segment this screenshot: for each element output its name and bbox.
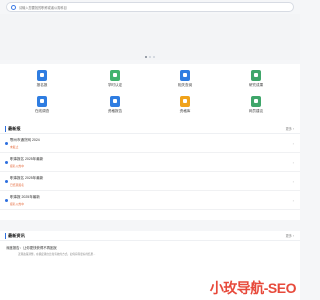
- list-item-status: 已结束报名: [10, 182, 24, 187]
- module-label: 资格库: [179, 109, 191, 113]
- list-item-title: 职事报 2025年最新: [10, 194, 40, 199]
- bullet-icon: [5, 160, 8, 164]
- list-item-text: 鄂州市通货网 2024 未截止: [10, 138, 293, 149]
- module-label: 在线调查: [34, 109, 50, 113]
- module-label: 研究成果: [248, 83, 264, 87]
- search-placeholder: 请输入您要找的职称或者公需科目: [19, 5, 67, 10]
- list-item-status: 报名火热中: [10, 201, 24, 206]
- module-item[interactable]: 网员建议: [234, 96, 278, 120]
- module-label: 学时认定: [107, 83, 123, 87]
- module-label: 报名报: [36, 83, 48, 87]
- shield-icon: [37, 70, 47, 81]
- list-item-status: 未截止: [10, 144, 19, 149]
- module-item[interactable]: 研究成果: [234, 70, 278, 94]
- top-bar: 请输入您要找的职称或者公需科目: [0, 0, 300, 14]
- latest-registration-section: 最新报 更多› 鄂州市通货网 2024 未截止 › 职事报名 2025年最新 报…: [0, 124, 300, 220]
- bullet-icon: [5, 198, 8, 202]
- section-title: 最新资讯: [5, 232, 25, 239]
- list-item[interactable]: 鄂州市通货网 2024 未截止 ›: [0, 134, 300, 153]
- watermark-logo: 小玫导航-SEO: [209, 280, 297, 296]
- chevron-right-icon: ›: [292, 159, 294, 165]
- report-icon: [110, 96, 120, 107]
- module-item[interactable]: 资格库: [163, 96, 207, 120]
- carousel-dot[interactable]: [149, 56, 151, 58]
- bullet-icon: [5, 179, 8, 183]
- list-item-text: 职事报 2025年最新 报名火热中: [10, 195, 293, 206]
- module-item[interactable]: 学时认定: [93, 70, 137, 94]
- banner-carousel[interactable]: [0, 14, 300, 60]
- module-label: 资格报告: [107, 109, 123, 113]
- chevron-right-icon: ›: [292, 140, 294, 146]
- list-item[interactable]: 职事报 2025年最新 报名火热中 ›: [0, 191, 300, 210]
- module-item[interactable]: 相关查阅: [163, 70, 207, 94]
- document-icon: [180, 70, 190, 81]
- database-icon: [180, 96, 190, 107]
- more-link[interactable]: 更多›: [286, 233, 294, 238]
- chevron-right-icon: ›: [292, 127, 294, 131]
- chevron-right-icon: ›: [292, 197, 294, 203]
- section-header: 最新报 更多›: [0, 124, 300, 134]
- feedback-icon: [251, 96, 261, 107]
- module-label: 网员建议: [248, 109, 264, 113]
- module-item[interactable]: 在线调查: [20, 96, 64, 120]
- module-item[interactable]: 报名报: [20, 70, 64, 94]
- carousel-dot-active[interactable]: [145, 56, 147, 58]
- search-input[interactable]: 请输入您要找的职称或者公需科目: [6, 2, 294, 12]
- list-item-text: 职事报名 2025年最新 已结束报名: [10, 176, 293, 187]
- document-check-icon: [110, 70, 120, 81]
- list-item-title: 职事报名 2025年最新: [10, 175, 44, 180]
- section-header: 最新资讯 更多›: [0, 231, 300, 241]
- bullet-icon: [5, 141, 8, 145]
- carousel-indicators[interactable]: [145, 56, 155, 58]
- news-excerpt: 近期政策调整，在确定确立比较有效的方式，如何获得更好的结果...: [18, 253, 96, 256]
- list-item-text: 职事报名 2025年最新 报名火热中: [10, 157, 293, 168]
- chevron-right-icon: ›: [292, 178, 294, 184]
- module-label: 相关查阅: [177, 83, 193, 87]
- list-item[interactable]: 职事报名 2025年最新 报名火热中 ›: [0, 153, 300, 172]
- module-grid: 报名报 学时认定 相关查阅 研究成果 在线调查 资格报告 资格库 网员建议: [0, 64, 300, 124]
- chevron-right-icon: ›: [292, 234, 294, 238]
- more-label: 更多: [285, 127, 292, 131]
- list-item[interactable]: 职事报名 2025年最新 已结束报名 ›: [0, 172, 300, 191]
- more-link[interactable]: 更多›: [286, 126, 294, 131]
- section-title: 最新报: [5, 125, 21, 132]
- certificate-icon: [251, 70, 261, 81]
- module-item[interactable]: 资格报告: [93, 96, 137, 120]
- list-item-title: 鄂州市通货网 2024: [10, 137, 40, 142]
- more-label: 更多: [285, 234, 292, 238]
- search-icon: [11, 4, 16, 10]
- app-root: { "search": { "placeholder": "请输入您要找的职称或…: [0, 0, 300, 300]
- carousel-dot[interactable]: [153, 56, 155, 58]
- list-item-title: 职事报名 2025年最新: [10, 156, 44, 161]
- list-item-status: 报名火热中: [10, 163, 24, 168]
- survey-icon: [37, 96, 47, 107]
- news-title[interactable]: 深度报告：让你更快获得不再困扰: [0, 241, 300, 252]
